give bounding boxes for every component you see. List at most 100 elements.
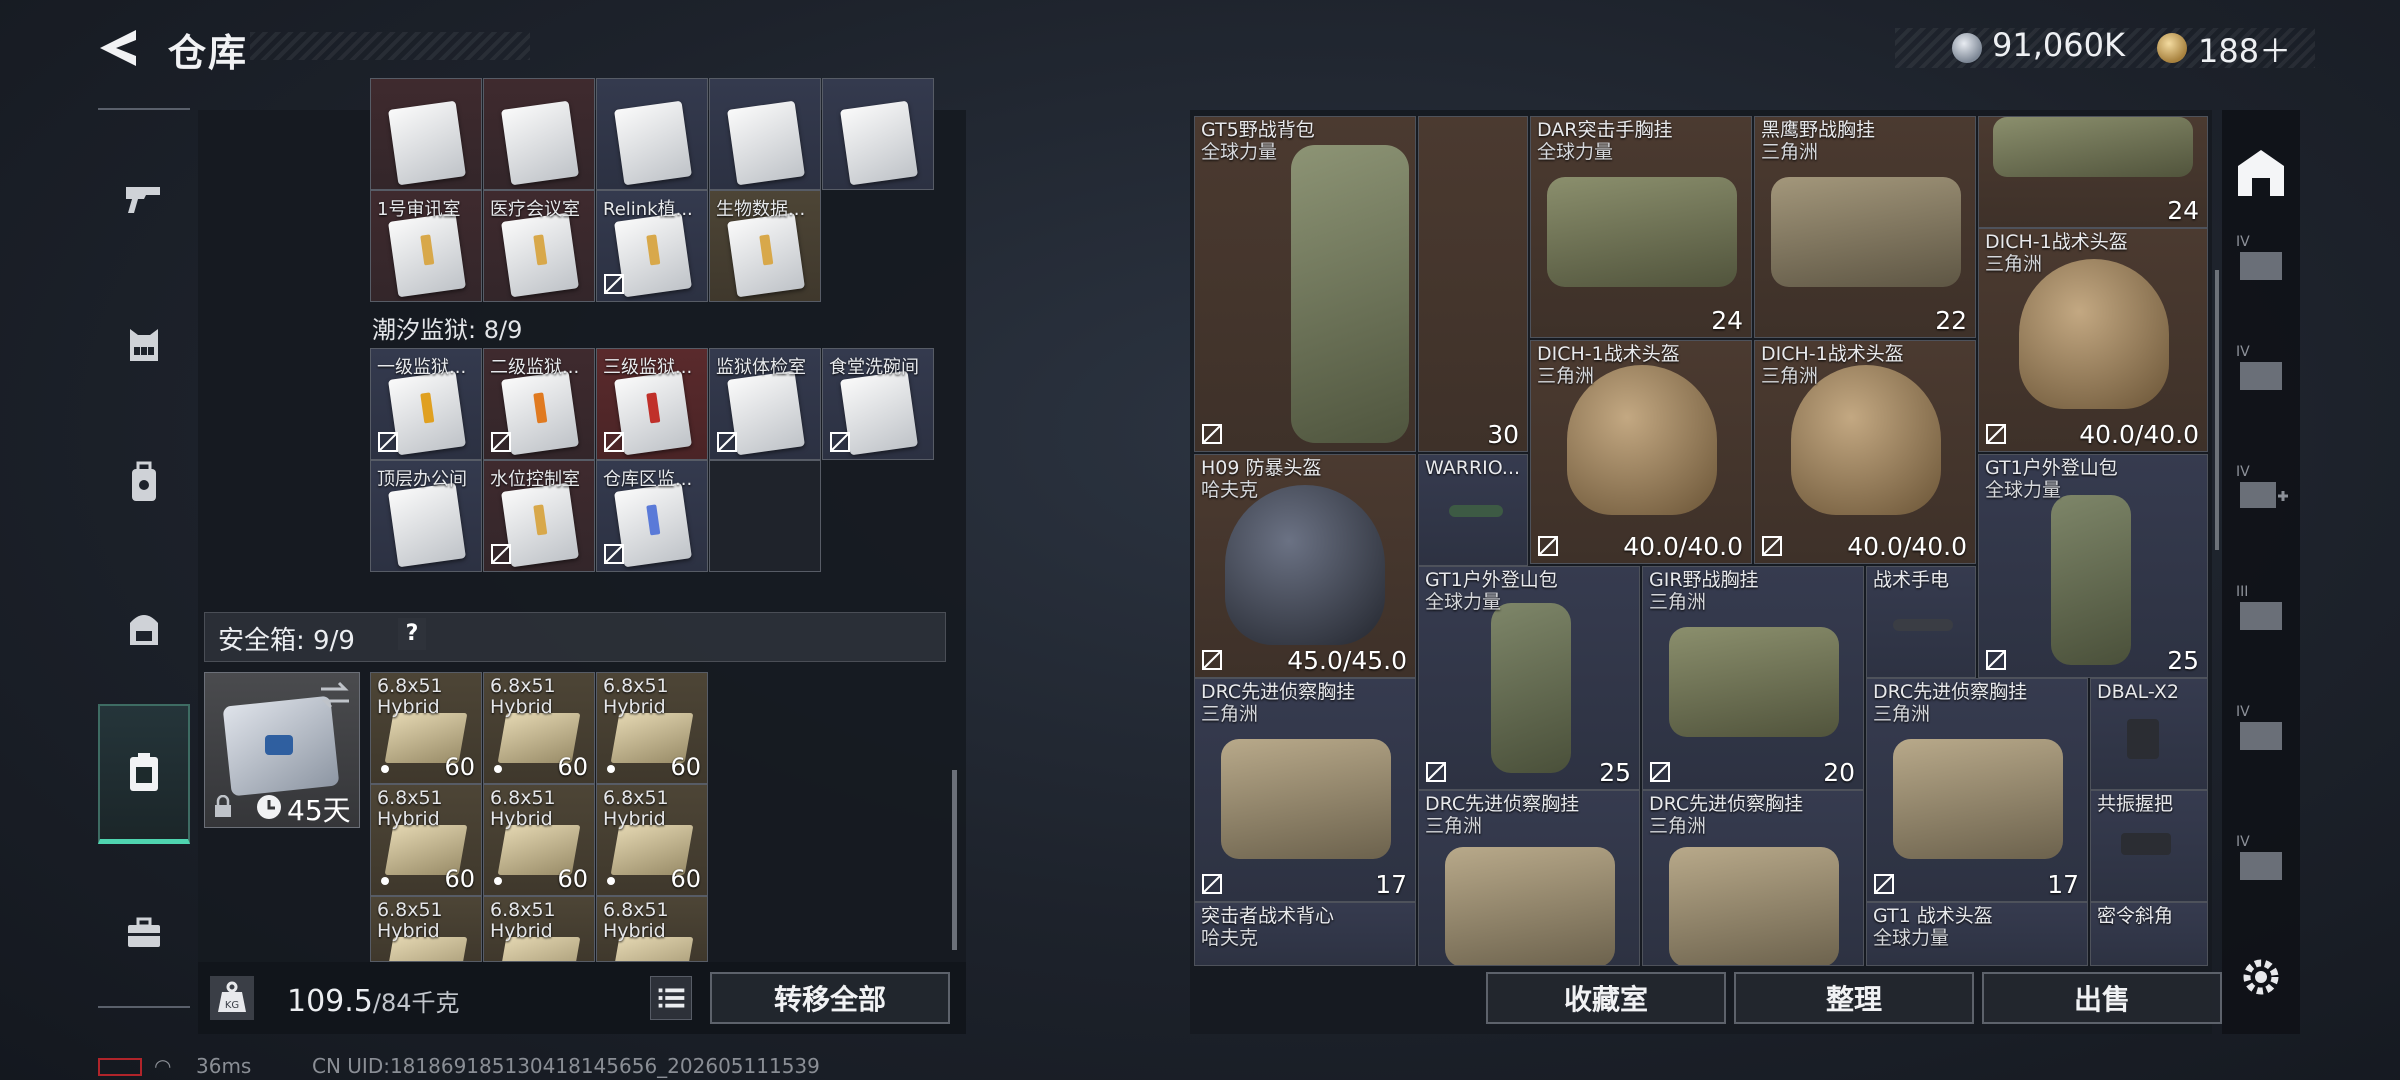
back-icon[interactable] (96, 26, 140, 70)
keycard-slot[interactable]: Relink植... (596, 190, 708, 302)
nav-secure-container[interactable] (98, 704, 190, 844)
keycard-label: 1号审讯室 (377, 199, 461, 220)
stash-item-blackhawk-chest-rig[interactable]: 黑鹰野战胸挂 三角洲 22 (1754, 116, 1976, 338)
stash-item-gt1-backpack[interactable]: GT1户外登山包 全球力量 25 (1978, 454, 2208, 678)
keycard-slot[interactable] (709, 78, 821, 190)
keycard-slot[interactable] (596, 78, 708, 190)
keycard-label: 仓库区监... (603, 469, 693, 490)
keycard-slot[interactable]: 医疗会议室 (483, 190, 595, 302)
keycard-slot[interactable]: 仓库区监... (596, 460, 708, 572)
stash-item-drc-chest-rig[interactable]: DRC先进侦察胸挂 三角洲 (1418, 790, 1640, 966)
stash-item-dich1-helmet[interactable]: DICH-1战术头盔 三角洲 40.0/40.0 (1530, 340, 1752, 564)
list-view-icon[interactable] (650, 976, 692, 1020)
stash-home-icon[interactable] (2232, 144, 2290, 202)
silver-coin-icon (1952, 33, 1982, 63)
ammo-count: 60 (444, 753, 475, 781)
unbound-icon (491, 432, 511, 452)
ammo-slot[interactable]: 6.8x51 Hybrid 60 (483, 784, 595, 896)
help-icon[interactable]: ? (398, 618, 426, 650)
unbound-icon (604, 432, 624, 452)
stash-item-dich1-helmet[interactable]: DICH-1战术头盔 三角洲 40.0/40.0 (1978, 228, 2208, 452)
swap-icon[interactable] (319, 681, 351, 709)
left-scrollbar[interactable] (952, 770, 957, 950)
item-name: 战术手电 (1873, 569, 1950, 591)
keycard-slot[interactable]: 监狱体检室 (709, 348, 821, 460)
safebox-timer: 45天 (287, 794, 351, 827)
keycard-slot[interactable] (822, 78, 934, 190)
ammo-slot[interactable]: 6.8x51 Hybrid 60 (596, 672, 708, 784)
nav-backpack[interactable] (98, 438, 190, 528)
nav-bag[interactable] (98, 584, 190, 674)
wifi-icon: ◠ (154, 1054, 172, 1078)
keycard-slot[interactable]: 顶层办公间 (370, 460, 482, 572)
keycard-slot[interactable]: 生物数据... (709, 190, 821, 302)
item-name: GT1户外登山包 (1425, 569, 1558, 591)
ammo-slot[interactable]: 6.8x51 Hybrid (596, 896, 708, 962)
stash-item-partial[interactable]: 24 (1978, 116, 2208, 228)
category-nav (98, 108, 190, 1008)
ammo-slot[interactable]: 6.8x51 Hybrid 60 (370, 784, 482, 896)
unbound-icon (1426, 762, 1446, 782)
keycard-slot[interactable] (370, 78, 482, 190)
item-name: DRC先进侦察胸挂 (1649, 793, 1804, 815)
stash-item-drc-chest-rig[interactable]: DRC先进侦察胸挂 三角洲 17 (1194, 678, 1416, 902)
stash-tab-iv-icon[interactable]: IV (2232, 700, 2290, 758)
item-faction: 全球力量 (1873, 927, 1950, 949)
stash-tab-iv-icon[interactable]: IV (2232, 830, 2290, 888)
settings-gear-icon[interactable] (2232, 948, 2290, 1006)
stash-item-drc-chest-rig[interactable]: DRC先进侦察胸挂 三角洲 (1642, 790, 1864, 966)
nav-toolbox[interactable] (98, 888, 190, 978)
stash-item-angled-mount[interactable]: 密令斜角 (2090, 902, 2208, 966)
nav-weapons[interactable] (98, 152, 190, 242)
secure-case-item[interactable]: 45天 (204, 672, 360, 828)
keycard-slot[interactable]: 水位控制室 (483, 460, 595, 572)
gold-currency-value[interactable]: 188＋ (2198, 26, 2291, 72)
keycard-slot[interactable]: 二级监狱... (483, 348, 595, 460)
keycard-slot[interactable]: 食堂洗碗间 (822, 348, 934, 460)
stash-tab-iv-icon[interactable]: IV (2232, 340, 2290, 398)
stash-item-dar-chest-rig[interactable]: DAR突击手胸挂 全球力量 24 (1530, 116, 1752, 338)
nav-chest-rig[interactable] (98, 300, 190, 390)
stash-item-h09-helmet[interactable]: H09 防暴头盔 哈夫克 45.0/45.0 (1194, 454, 1416, 678)
unbound-icon (1986, 424, 2006, 444)
ammo-slot[interactable]: 6.8x51 Hybrid (370, 896, 482, 962)
item-name: DICH-1战术头盔 (1761, 343, 1904, 365)
stash-item-raider-vest[interactable]: 突击者战术背心 哈夫克 (1194, 902, 1416, 966)
item-name: DRC先进侦察胸挂 (1425, 793, 1580, 815)
stash-item-drc-chest-rig[interactable]: DRC先进侦察胸挂 三角洲 17 (1866, 678, 2088, 902)
stash-item-gt1-helmet[interactable]: GT1 战术头盔 全球力量 (1866, 902, 2088, 966)
ammo-slot[interactable]: 6.8x51 Hybrid 60 (370, 672, 482, 784)
ammo-label: 6.8x51 Hybrid (603, 899, 669, 942)
keycard-slot[interactable]: 三级监狱... (596, 348, 708, 460)
keycard-slot[interactable]: 1号审讯室 (370, 190, 482, 302)
stash-item-dich1-helmet[interactable]: DICH-1战术头盔 三角洲 40.0/40.0 (1754, 340, 1976, 564)
stash-item-gir-chest-rig[interactable]: GIR野战胸挂 三角洲 20 (1642, 566, 1864, 790)
stash-item-slot[interactable]: 30 (1418, 116, 1528, 452)
keycard-slot[interactable] (483, 78, 595, 190)
unbound-icon (1650, 762, 1670, 782)
stash-item-warrior[interactable]: WARRIO... (1418, 454, 1528, 566)
transfer-all-button[interactable]: 转移全部 (710, 972, 950, 1024)
ammo-slot[interactable]: 6.8x51 Hybrid 60 (596, 784, 708, 896)
unbound-icon (1538, 536, 1558, 556)
sell-button[interactable]: 出售 (1982, 972, 2222, 1024)
ammo-slot[interactable]: 6.8x51 Hybrid 60 (483, 672, 595, 784)
stash-scrollbar[interactable] (2215, 270, 2219, 550)
stash-tab-iii-icon[interactable]: III (2232, 580, 2290, 638)
ammo-slot[interactable]: 6.8x51 Hybrid (483, 896, 595, 962)
stash-tab-iv-medical-icon[interactable]: IV (2232, 460, 2290, 518)
organize-button[interactable]: 整理 (1734, 972, 1974, 1024)
stash-item-gt1-backpack[interactable]: GT1户外登山包 全球力量 25 (1418, 566, 1640, 790)
item-faction: 三角洲 (1761, 365, 1819, 387)
item-name: GIR野战胸挂 (1649, 569, 1759, 591)
keycard-slot[interactable]: 一级监狱... (370, 348, 482, 460)
stash-item-resonance-grip[interactable]: 共振握把 (2090, 790, 2208, 902)
stash-tab-iv-icon[interactable]: IV (2232, 230, 2290, 288)
item-capacity: 20 (1823, 758, 1855, 787)
empty-slot[interactable] (709, 460, 821, 572)
stash-item-tactical-flashlight[interactable]: 战术手电 (1866, 566, 1976, 678)
stash-item-gt5-backpack[interactable]: GT5野战背包 全球力量 (1194, 116, 1416, 452)
collection-room-button[interactable]: 收藏室 (1486, 972, 1726, 1024)
item-name: DICH-1战术头盔 (1537, 343, 1680, 365)
stash-item-dbal-x2[interactable]: DBAL-X2 (2090, 678, 2208, 790)
